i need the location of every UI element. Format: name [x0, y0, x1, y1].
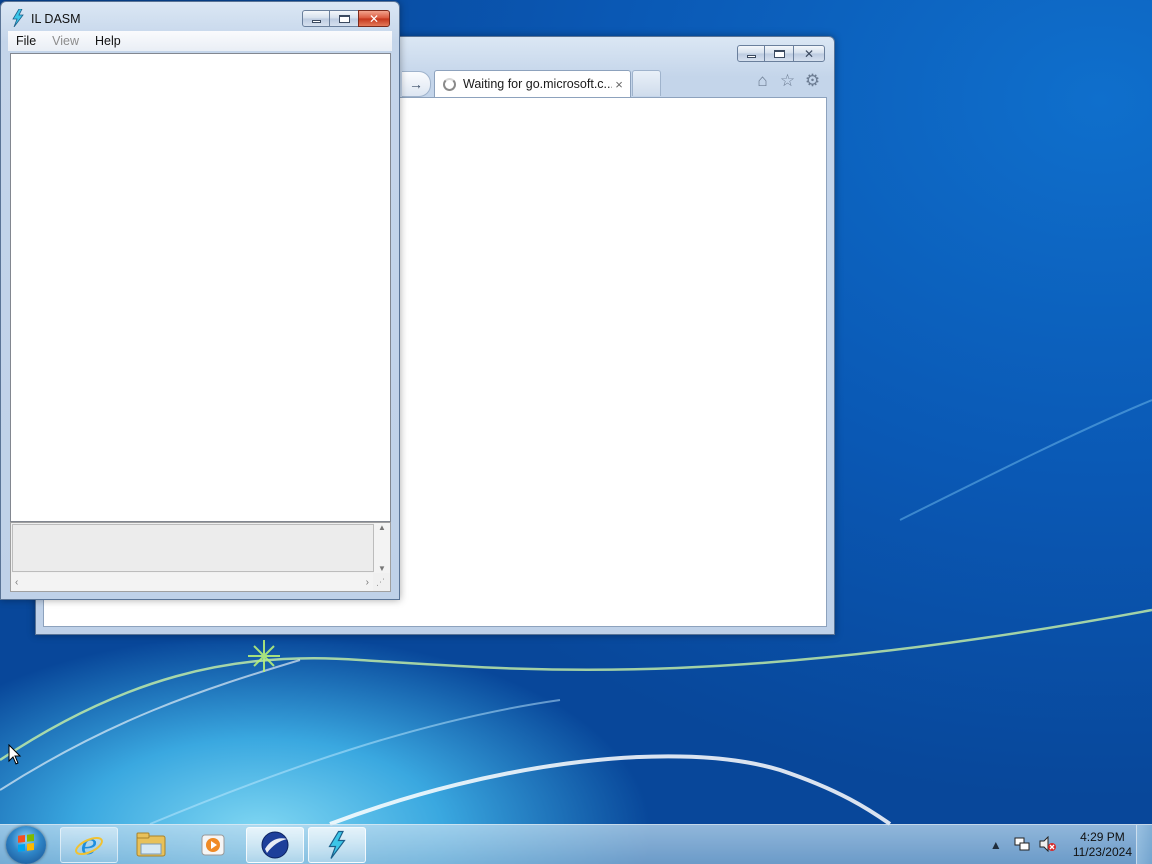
media-player-icon	[201, 834, 225, 856]
new-tab-button[interactable]	[632, 70, 661, 96]
resize-grip-icon[interactable]: ⋰	[376, 577, 388, 589]
scroll-left-arrow-icon[interactable]: ‹	[15, 577, 18, 588]
browser-toolbar-icons: ⌂ ☆ ⚙	[753, 71, 822, 91]
mouse-pointer-icon	[8, 744, 22, 765]
il-dasm-lightning-icon	[328, 830, 346, 859]
menu-file[interactable]: File	[8, 34, 44, 48]
menu-view: View	[52, 34, 80, 48]
browser-maximize-button[interactable]	[764, 45, 794, 62]
browser-tab[interactable]: Waiting for go.microsoft.c... ×	[434, 70, 631, 97]
clock-time: 4:29 PM	[1080, 830, 1125, 844]
assembly-tree-view[interactable]	[10, 53, 391, 522]
tools-gear-icon[interactable]: ⚙	[803, 71, 822, 91]
scroll-up-arrow-icon[interactable]: ▲	[378, 523, 386, 532]
notification-area: ▲ 4:29 PM 11/23/2024	[983, 825, 1132, 864]
info-vertical-scrollbar[interactable]: ▲ ▼	[374, 523, 390, 573]
ildasm-maximize-button[interactable]	[329, 10, 359, 27]
network-icon[interactable]	[1013, 836, 1031, 855]
show-desktop-button[interactable]	[1136, 825, 1152, 864]
info-pane[interactable]: ▲ ▼ ‹ › ⋰	[10, 522, 391, 592]
favorites-star-icon[interactable]: ☆	[778, 71, 797, 91]
reflector-icon	[261, 831, 289, 859]
menu-bar: File View Help	[8, 31, 392, 51]
show-hidden-icons-arrow-icon[interactable]: ▲	[987, 838, 1005, 852]
desktop: ✕ → Waiting for go.microsoft.c... × ⌂ ☆ …	[0, 0, 1152, 864]
scroll-right-arrow-icon[interactable]: ›	[366, 577, 369, 588]
tab-title: Waiting for go.microsoft.c...	[463, 77, 612, 91]
browser-close-button[interactable]: ✕	[793, 45, 825, 62]
browser-caption-buttons: ✕	[737, 45, 825, 62]
window-title: IL DASM	[31, 12, 81, 26]
ildasm-caption-buttons: ✕	[302, 10, 390, 27]
forward-arrow-icon: →	[409, 76, 423, 92]
start-button[interactable]	[6, 826, 46, 864]
folder-icon	[136, 832, 166, 857]
forward-button[interactable]: →	[402, 71, 431, 97]
tab-close-button[interactable]: ×	[612, 77, 626, 92]
taskbar: e ▲ 4:29 PM 11/23/2024	[0, 824, 1152, 864]
clock-date: 11/23/2024	[1072, 845, 1132, 859]
loading-spinner-icon	[443, 77, 456, 91]
taskbar-media-player[interactable]	[184, 827, 242, 863]
info-horizontal-scrollbar[interactable]: ‹ ›	[11, 573, 373, 591]
ildasm-window[interactable]: IL DASM ✕ File View Help ▲ ▼ ‹ › ⋰	[0, 1, 400, 600]
ildasm-close-button[interactable]: ✕	[358, 10, 390, 27]
home-icon[interactable]: ⌂	[753, 71, 772, 91]
browser-minimize-button[interactable]	[737, 45, 765, 62]
svg-text:e: e	[81, 829, 98, 861]
menu-help[interactable]: Help	[87, 34, 129, 48]
ildasm-minimize-button[interactable]	[302, 10, 330, 27]
windows-logo-icon	[18, 834, 34, 852]
ildasm-lightning-icon	[12, 9, 24, 27]
volume-muted-icon[interactable]	[1039, 835, 1057, 855]
taskbar-net-reflector[interactable]	[246, 827, 304, 863]
taskbar-windows-explorer[interactable]	[122, 827, 180, 863]
taskbar-il-dasm[interactable]	[308, 827, 366, 863]
scroll-down-arrow-icon[interactable]: ▼	[378, 564, 386, 573]
internet-explorer-icon: e	[75, 829, 103, 861]
system-clock[interactable]: 4:29 PM 11/23/2024	[1073, 830, 1132, 860]
taskbar-internet-explorer[interactable]: e	[60, 827, 118, 863]
info-text-area[interactable]	[12, 524, 374, 572]
